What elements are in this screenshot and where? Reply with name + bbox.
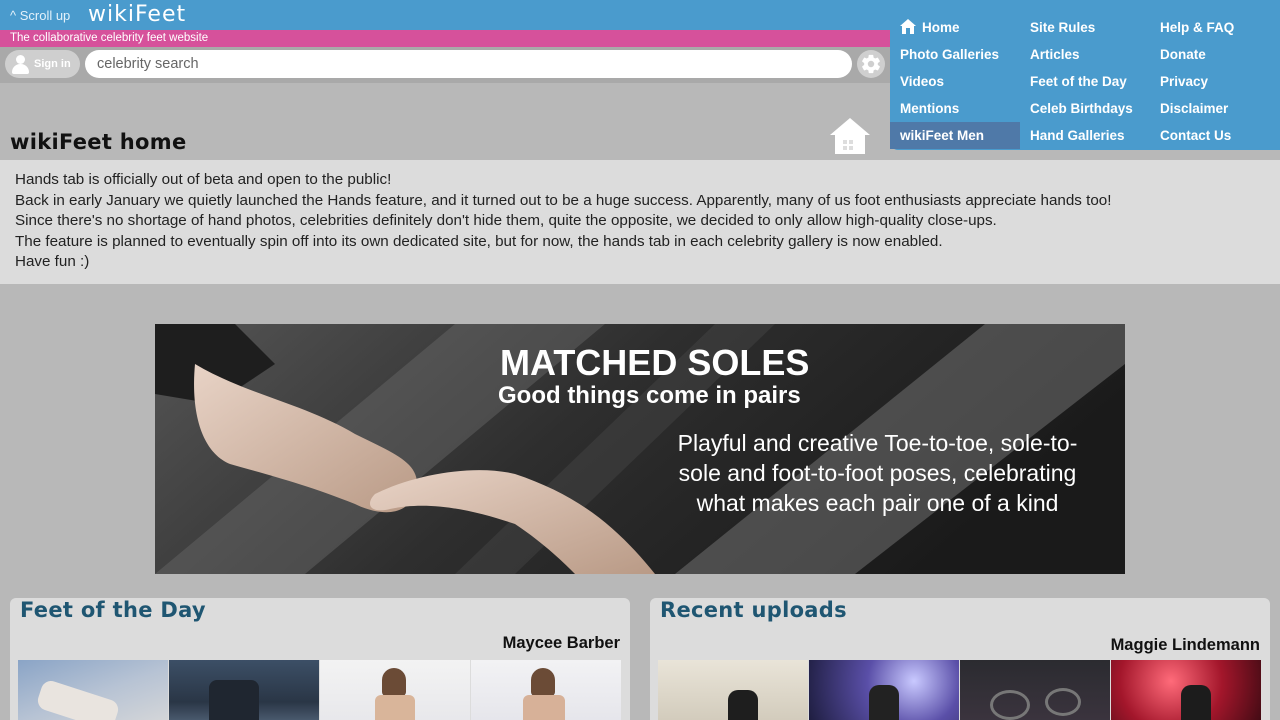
nav-item-contact-us[interactable]: Contact Us <box>1150 122 1280 149</box>
nav-item-home[interactable]: Home <box>890 14 1020 41</box>
announcement-line: The feature is planned to eventually spi… <box>15 232 943 250</box>
photo-thumbnail[interactable] <box>320 660 470 720</box>
site-logo[interactable]: wikiFeet <box>88 2 186 27</box>
sign-in-button[interactable]: Sign in <box>5 50 80 78</box>
photo-thumbnail[interactable] <box>1111 660 1261 720</box>
nav-column-3: Help & FAQ Donate Privacy Disclaimer Con… <box>1150 14 1280 149</box>
announcement-line: Hands tab is officially out of beta and … <box>15 171 392 188</box>
home-icon <box>900 19 916 34</box>
nav-label: Home <box>922 20 960 35</box>
nav-column-1: Home Photo Galleries Videos Mentions wik… <box>890 14 1020 149</box>
scroll-up-link[interactable]: ^ Scroll up <box>10 8 70 23</box>
nav-item-site-rules[interactable]: Site Rules <box>1020 14 1150 41</box>
nav-item-privacy[interactable]: Privacy <box>1150 68 1280 95</box>
nav-item-photo-galleries[interactable]: Photo Galleries <box>890 41 1020 68</box>
top-header: ^ Scroll up wikiFeet <box>0 0 890 30</box>
celebrity-name-link[interactable]: Maycee Barber <box>503 634 620 653</box>
feet-of-the-day-panel: Feet of the Day Maycee Barber <box>10 598 630 720</box>
nav-item-feet-of-the-day[interactable]: Feet of the Day <box>1020 68 1150 95</box>
nav-item-hand-galleries[interactable]: Hand Galleries <box>1020 122 1150 149</box>
panel-heading: Feet of the Day <box>20 598 206 622</box>
banner-subtitle: Good things come in pairs <box>498 382 801 409</box>
user-icon <box>10 54 30 74</box>
banner-body: Playful and creative Toe-to-toe, sole-to… <box>677 430 1078 516</box>
settings-button[interactable] <box>857 50 885 78</box>
thumbnail-strip <box>658 660 1261 720</box>
photo-thumbnail[interactable] <box>169 660 319 720</box>
page-title: wikiFeet home <box>10 130 187 154</box>
main-nav: Home Photo Galleries Videos Mentions wik… <box>890 0 1280 150</box>
photo-thumbnail[interactable] <box>658 660 808 720</box>
nav-column-2: Site Rules Articles Feet of the Day Cele… <box>1020 14 1150 149</box>
thumbnail-strip <box>18 660 621 720</box>
nav-item-help-faq[interactable]: Help & FAQ <box>1150 14 1280 41</box>
nav-item-celeb-birthdays[interactable]: Celeb Birthdays <box>1020 95 1150 122</box>
recent-uploads-panel: Recent uploads Maggie Lindemann <box>650 598 1270 720</box>
nav-item-mentions[interactable]: Mentions <box>890 95 1020 122</box>
photo-thumbnail[interactable] <box>471 660 621 720</box>
site-tagline: The collaborative celebrity feet website <box>0 30 890 47</box>
nav-item-donate[interactable]: Donate <box>1150 41 1280 68</box>
announcement-line: Have fun :) <box>15 253 90 271</box>
announcement: Hands tab is officially out of beta and … <box>0 160 1280 284</box>
panel-heading: Recent uploads <box>660 598 847 622</box>
nav-item-wikifeet-men[interactable]: wikiFeet Men <box>890 122 1020 149</box>
search-bar: Sign in <box>0 47 890 83</box>
nav-item-articles[interactable]: Articles <box>1020 41 1150 68</box>
banner-title: MATCHED SOLES <box>500 342 810 383</box>
photo-thumbnail[interactable] <box>809 660 959 720</box>
photo-thumbnail[interactable] <box>960 660 1110 720</box>
sign-in-label: Sign in <box>34 58 71 70</box>
announcement-line: Since there's no shortage of hand photos… <box>15 212 997 230</box>
announcement-line: Back in early January we quietly launche… <box>15 191 1112 209</box>
celebrity-search-input[interactable] <box>85 50 852 78</box>
nav-item-videos[interactable]: Videos <box>890 68 1020 95</box>
gear-icon <box>862 54 880 74</box>
home-icon[interactable] <box>829 117 871 155</box>
promo-banner[interactable]: MATCHED SOLES Good things come in pairs … <box>155 324 1125 574</box>
celebrity-name-link[interactable]: Maggie Lindemann <box>1111 636 1260 655</box>
photo-thumbnail[interactable] <box>18 660 168 720</box>
nav-item-disclaimer[interactable]: Disclaimer <box>1150 95 1280 122</box>
